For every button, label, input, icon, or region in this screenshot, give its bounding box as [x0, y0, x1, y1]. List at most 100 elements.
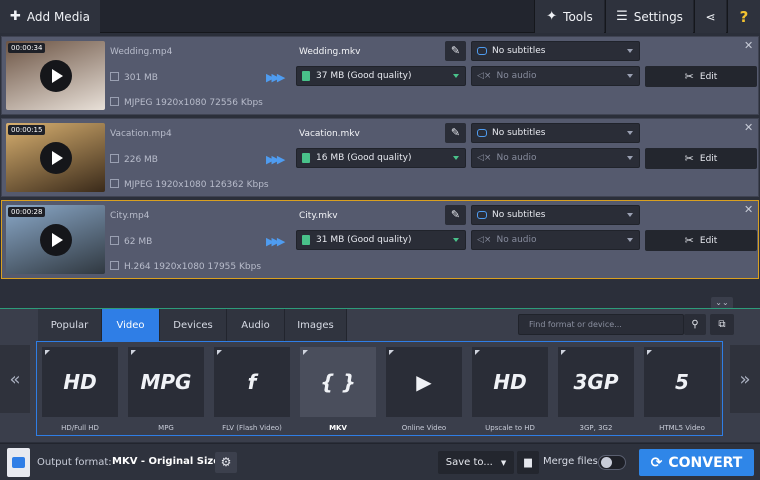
- detect-device-button[interactable]: ⧉: [710, 314, 734, 335]
- subtitles-dropdown[interactable]: No subtitles: [471, 123, 640, 143]
- speaker-muted-icon: ◁×: [477, 153, 492, 163]
- share-button[interactable]: ⋖: [694, 0, 726, 33]
- top-toolbar: ✚ Add Media ✦ Tools ☰ Settings ⋖ ?: [0, 0, 760, 33]
- play-icon[interactable]: [40, 60, 72, 92]
- format-tile[interactable]: MPG MPG: [128, 347, 204, 435]
- source-codec-value: MJPEG 1920x1080 72556 Kbps: [124, 98, 263, 108]
- format-tile[interactable]: 3GP 3GP, 3G2: [558, 347, 634, 435]
- file-icon: [110, 236, 119, 245]
- bottom-bar: Output format: MKV - Original Size ⚙ Sav…: [0, 443, 760, 480]
- tab-images[interactable]: Images: [285, 309, 347, 341]
- settings-button[interactable]: ☰ Settings: [605, 0, 693, 33]
- output-settings-button[interactable]: ⚙: [215, 452, 237, 473]
- speech-bubble-icon: [477, 211, 487, 219]
- convert-label: CONVERT: [668, 454, 743, 471]
- hamburger-icon: ☰: [616, 9, 628, 24]
- format-tile[interactable]: HD Upscale to HD: [472, 347, 548, 435]
- remove-file-button[interactable]: ✕: [744, 39, 753, 52]
- video-thumbnail[interactable]: 00:00:34: [6, 41, 105, 110]
- tab-video[interactable]: Video: [102, 309, 160, 341]
- settings-label: Settings: [633, 9, 683, 24]
- caret-down-icon: [627, 238, 633, 242]
- tab-audio[interactable]: Audio: [227, 309, 285, 341]
- edit-button[interactable]: ✂ Edit: [645, 230, 757, 251]
- double-chevron-down-icon: ⌄⌄: [715, 298, 729, 307]
- scissors-icon: ✂: [684, 234, 694, 247]
- subtitles-dropdown[interactable]: No subtitles: [471, 41, 640, 61]
- edit-button[interactable]: ✂ Edit: [645, 148, 757, 169]
- format-tile[interactable]: HD HD/Full HD: [42, 347, 118, 435]
- add-media-label: Add Media: [26, 9, 90, 24]
- formats-next-button[interactable]: »: [730, 345, 760, 413]
- file-row[interactable]: 00:00:15 Vacation.mp4 226 MB MJPEG 1920x108…: [1, 118, 759, 197]
- film-icon: [110, 261, 119, 270]
- merge-files-toggle[interactable]: [598, 455, 626, 470]
- speech-bubble-icon: [477, 129, 487, 137]
- help-button[interactable]: ?: [727, 0, 760, 33]
- edit-label: Edit: [699, 71, 718, 82]
- video-thumbnail[interactable]: 00:00:28: [6, 205, 105, 274]
- double-chevron-left-icon: «: [9, 368, 21, 390]
- output-quality-dropdown[interactable]: 37 MB (Good quality): [296, 66, 466, 86]
- tab-popular[interactable]: Popular: [38, 309, 102, 341]
- source-filename: City.mp4: [110, 211, 150, 221]
- format-tile[interactable]: ▶ Online Video: [386, 347, 462, 435]
- file-icon: [110, 154, 119, 163]
- source-size: 301 MB: [110, 72, 158, 83]
- mkv-icon: { }: [300, 347, 376, 417]
- audio-dropdown[interactable]: ◁× No audio: [471, 148, 640, 168]
- audio-dropdown[interactable]: ◁× No audio: [471, 230, 640, 250]
- search-button[interactable]: ⚲: [684, 314, 706, 335]
- add-media-button[interactable]: ✚ Add Media: [0, 0, 100, 33]
- subtitles-dropdown[interactable]: No subtitles: [471, 205, 640, 225]
- tools-label: Tools: [563, 9, 593, 24]
- audio-dropdown[interactable]: ◁× No audio: [471, 66, 640, 86]
- formats-prev-button[interactable]: «: [0, 345, 30, 413]
- format-label: 3GP, 3G2: [579, 424, 613, 432]
- play-icon[interactable]: [40, 142, 72, 174]
- source-codec-info: MJPEG 1920x1080 126362 Kbps: [110, 179, 269, 190]
- format-tile[interactable]: 5 HTML5 Video: [644, 347, 720, 435]
- remove-file-button[interactable]: ✕: [744, 203, 753, 216]
- subtitles-value: No subtitles: [492, 210, 546, 220]
- format-tile[interactable]: { } MKV: [300, 347, 376, 435]
- pencil-icon: ✎: [450, 208, 461, 221]
- format-tile[interactable]: f FLV (Flash Video): [214, 347, 290, 435]
- play-icon[interactable]: [40, 224, 72, 256]
- output-format-value: MKV - Original Size: [112, 456, 221, 467]
- format-label: MKV: [329, 424, 347, 432]
- open-folder-button[interactable]: ▆: [517, 451, 539, 474]
- output-filename: Wedding.mkv: [299, 47, 361, 57]
- caret-down-icon: [627, 156, 633, 160]
- output-quality-dropdown[interactable]: 31 MB (Good quality): [296, 230, 466, 250]
- caret-down-icon: [453, 238, 459, 242]
- format-mark: ▶: [416, 370, 432, 394]
- format-search-input[interactable]: Find format or device...: [518, 314, 684, 335]
- convert-button[interactable]: ⟳ CONVERT: [639, 449, 754, 476]
- file-list: 00:00:34 Wedding.mp4 301 MB MJPEG 1920x1080…: [0, 34, 760, 279]
- rename-button[interactable]: ✎: [445, 123, 466, 143]
- save-to-dropdown[interactable]: Save to... ▼: [438, 451, 514, 474]
- close-icon: ✕: [744, 203, 754, 216]
- file-row[interactable]: 00:00:34 Wedding.mp4 301 MB MJPEG 1920x1080…: [1, 36, 759, 115]
- source-codec-value: MJPEG 1920x1080 126362 Kbps: [124, 180, 269, 190]
- tab-devices[interactable]: Devices: [160, 309, 227, 341]
- hd-video-icon: HD: [42, 347, 118, 417]
- file-row[interactable]: 00:00:28 City.mp4 62 MB H.264 1920x1080 179…: [1, 200, 759, 279]
- remove-file-button[interactable]: ✕: [744, 121, 753, 134]
- format-label: MPG: [158, 424, 174, 432]
- rename-button[interactable]: ✎: [445, 205, 466, 225]
- close-icon: ✕: [744, 39, 754, 52]
- format-mark: 5: [675, 370, 689, 394]
- output-quality-value: 16 MB (Good quality): [316, 153, 412, 163]
- duration-badge: 00:00:15: [8, 125, 46, 135]
- tools-button[interactable]: ✦ Tools: [534, 0, 604, 33]
- convert-arrow-icon: ▶▶▶: [266, 71, 285, 84]
- 3gp-icon: 3GP: [558, 347, 634, 417]
- double-chevron-right-icon: »: [739, 368, 751, 390]
- video-thumbnail[interactable]: 00:00:15: [6, 123, 105, 192]
- edit-button[interactable]: ✂ Edit: [645, 66, 757, 87]
- format-mark: { }: [320, 370, 356, 394]
- output-quality-dropdown[interactable]: 16 MB (Good quality): [296, 148, 466, 168]
- rename-button[interactable]: ✎: [445, 41, 466, 61]
